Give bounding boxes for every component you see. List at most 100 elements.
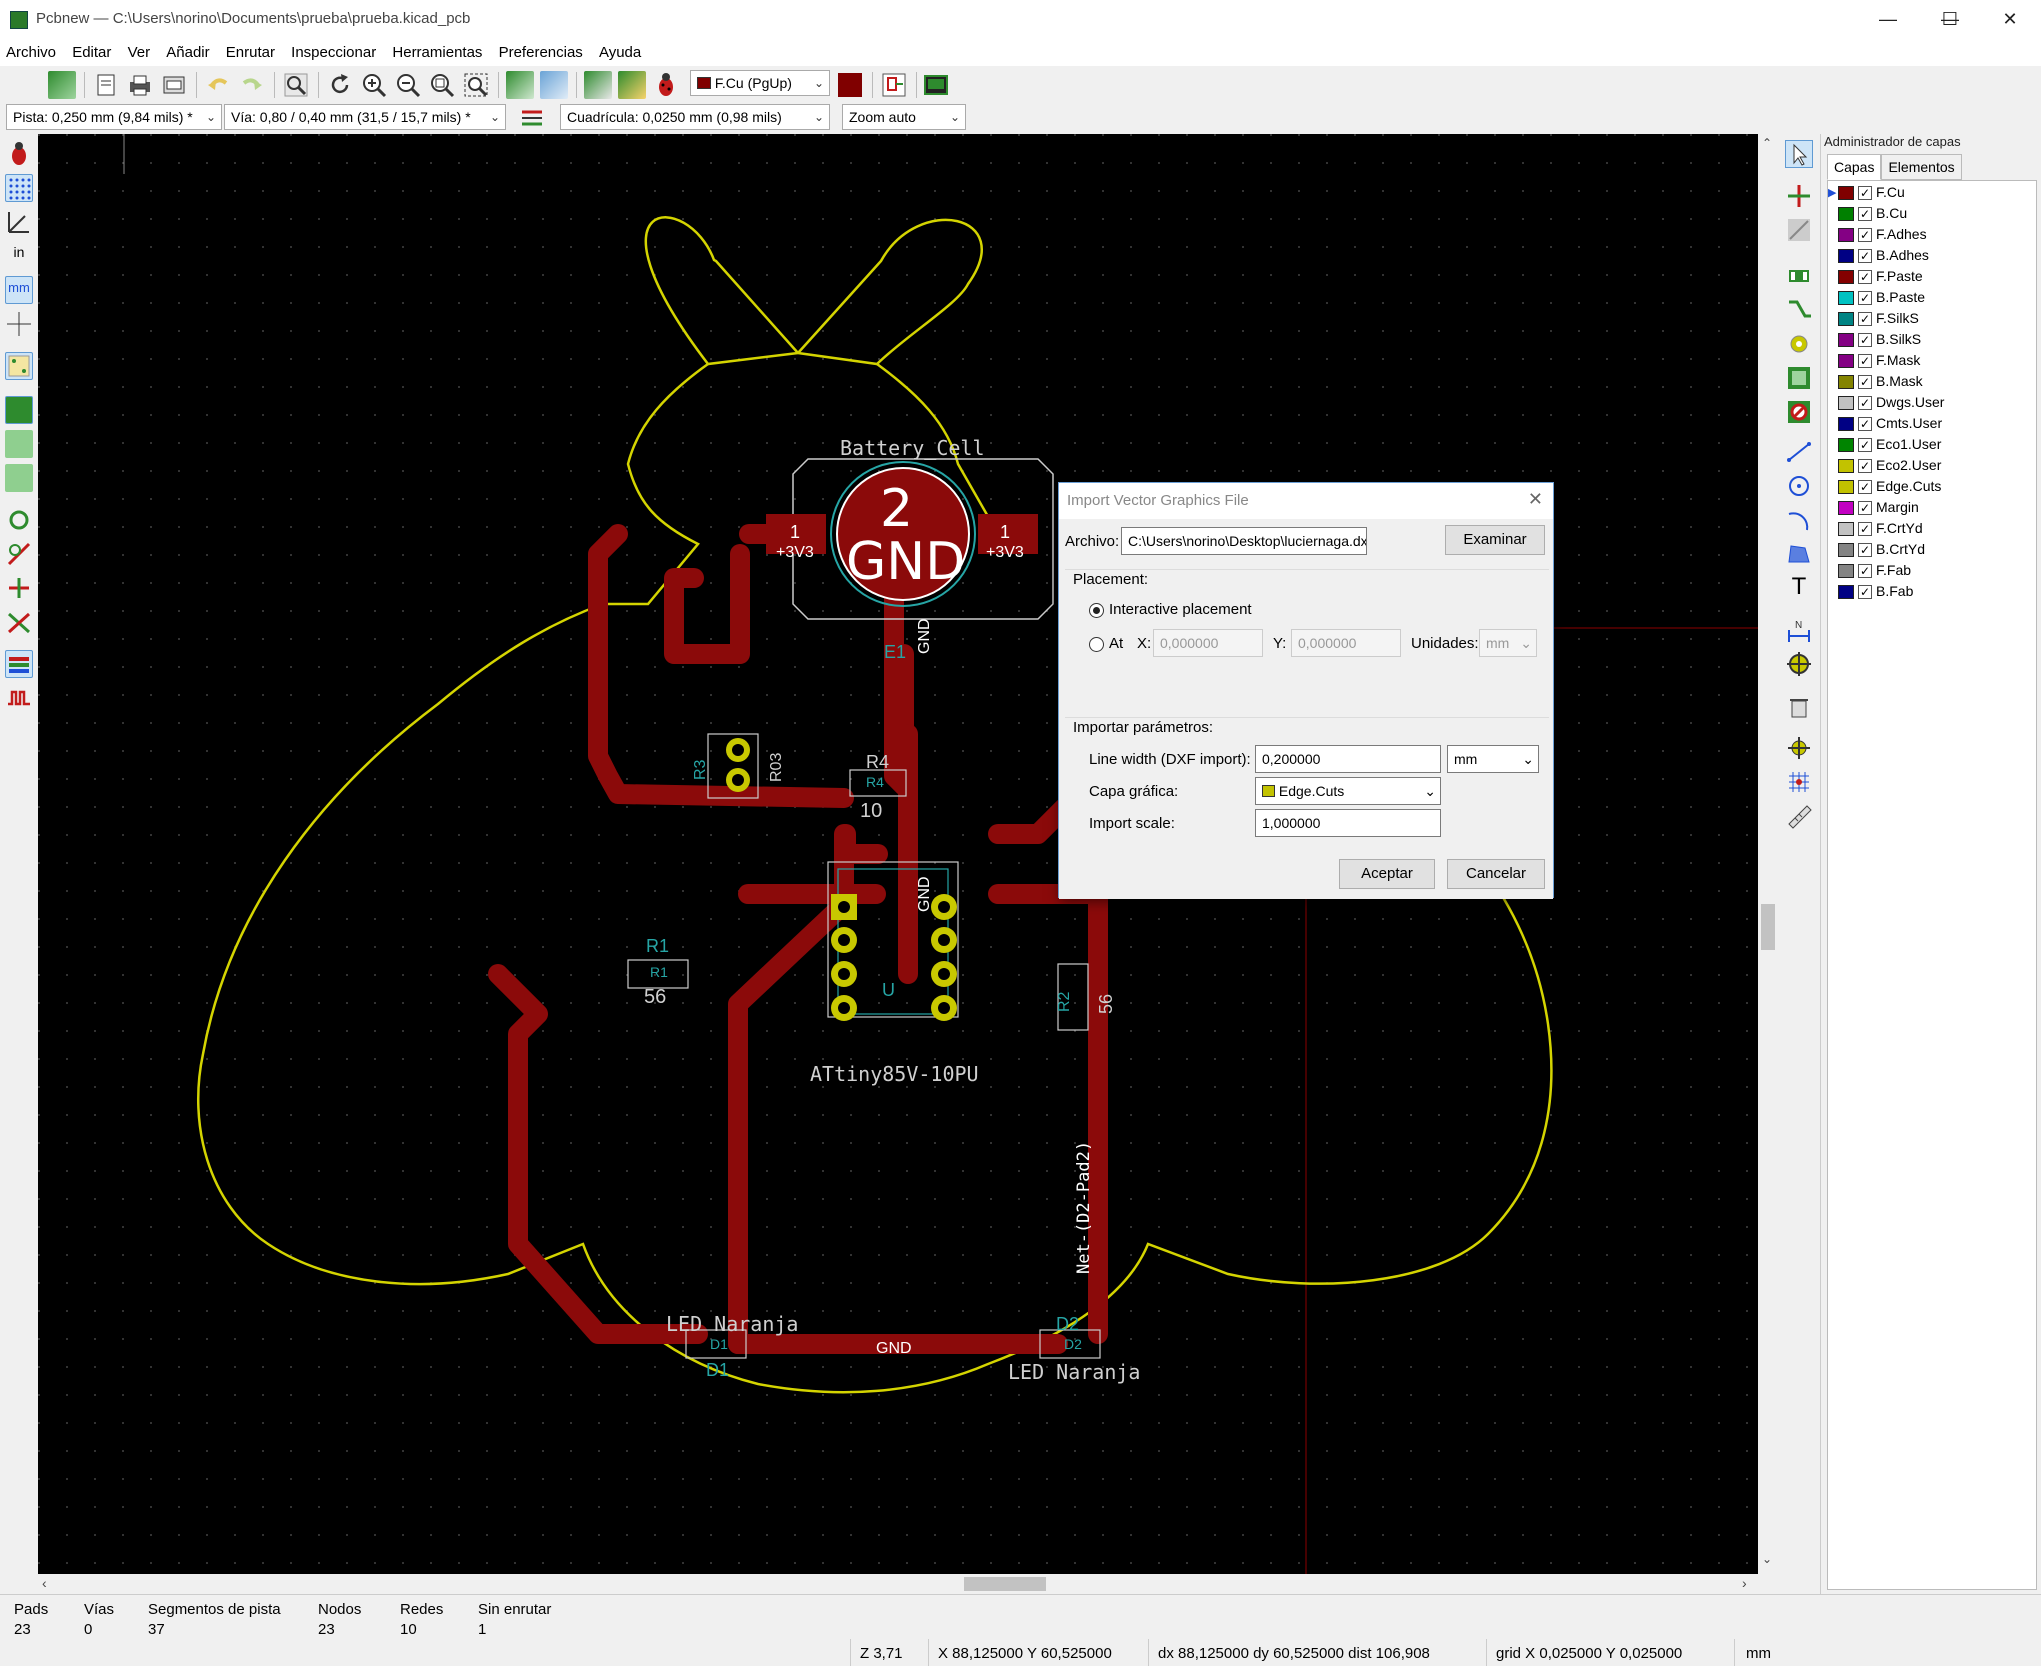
grid-select[interactable]: Cuadrícula: 0,0250 mm (0,98 mils) ⌄ [560,104,830,130]
layer-row[interactable]: ✓ Cmts.User [1828,414,2036,435]
track-width-select[interactable]: Pista: 0,250 mm (9,84 mils) * ⌄ [6,104,222,130]
layer-row[interactable]: ✓ Eco1.User [1828,435,2036,456]
layer-row[interactable]: ✓ Dwgs.User [1828,393,2036,414]
layer-visibility-checkbox[interactable]: ✓ [1858,438,1872,452]
schematic-icon[interactable] [880,71,908,99]
layer-color-swatch[interactable] [1838,459,1854,473]
layer-row[interactable]: ✓ B.Paste [1828,288,2036,309]
menu-enrutar[interactable]: Enrutar [220,42,281,64]
layer-row[interactable]: ▶ ✓ F.Cu [1828,183,2036,204]
layer-color-swatch[interactable] [1838,585,1854,599]
layer-color-swatch[interactable] [1838,438,1854,452]
layer-color-swatch[interactable] [1838,291,1854,305]
update-pcb-icon[interactable] [618,71,646,99]
layer-color-swatch[interactable] [1838,228,1854,242]
keepout-zone-icon[interactable] [1785,398,1813,426]
layer-row[interactable]: ✓ F.SilkS [1828,309,2036,330]
maximize-button[interactable]: ☐ [1919,0,1981,40]
high-contrast-icon[interactable] [5,608,33,636]
page-settings-icon[interactable] [92,71,120,99]
menu-preferencias[interactable]: Preferencias [493,42,589,64]
polar-coords-icon[interactable] [5,208,33,236]
layer-color-swatch[interactable] [1838,396,1854,410]
layer-row[interactable]: ✓ Edge.Cuts [1828,477,2036,498]
netlist-icon[interactable] [584,71,612,99]
undo-icon[interactable] [204,71,232,99]
auto-track-width-icon[interactable] [518,104,546,132]
scroll-up-icon[interactable]: ⌃ [1762,136,1772,150]
import-scale-input[interactable]: 1,000000 [1255,809,1441,837]
layer-color-swatch[interactable] [1838,207,1854,221]
layer-row[interactable]: ✓ F.CrtYd [1828,519,2036,540]
draw-circle-icon[interactable] [1785,472,1813,500]
ok-button[interactable]: Aceptar [1339,859,1435,889]
menu-archivo[interactable]: Archivo [0,42,62,64]
layer-visibility-checkbox[interactable]: ✓ [1858,501,1872,515]
layer-visibility-checkbox[interactable]: ✓ [1858,543,1872,557]
layer-pair-icon[interactable] [836,71,864,99]
footprint-browser-icon[interactable] [540,71,568,99]
layer-visibility-checkbox[interactable]: ✓ [1858,228,1872,242]
layer-row[interactable]: ✓ F.Adhes [1828,225,2036,246]
redo-icon[interactable] [238,71,266,99]
layer-visibility-checkbox[interactable]: ✓ [1858,333,1872,347]
via-sketch-icon[interactable] [5,540,33,568]
cancel-button[interactable]: Cancelar [1447,859,1545,889]
add-footprint-icon[interactable] [1785,262,1813,290]
zone-fill-icon[interactable] [5,396,33,424]
layer-color-swatch[interactable] [1838,480,1854,494]
scripting-console-icon[interactable] [922,71,950,99]
graphic-layer-select[interactable]: Edge.Cuts ⌄ [1255,777,1441,805]
zoom-area-icon[interactable] [462,71,490,99]
track-sketch-icon[interactable] [5,574,33,602]
show-ratsnest-icon[interactable] [5,352,33,380]
microwave-tools-icon[interactable] [5,684,33,712]
draw-arc-icon[interactable] [1785,506,1813,534]
print-icon[interactable] [126,71,154,99]
at-position-radio[interactable] [1089,637,1104,652]
layer-color-swatch[interactable] [1838,186,1854,200]
layer-row[interactable]: ✓ B.Mask [1828,372,2036,393]
local-ratsnest-icon[interactable] [1785,216,1813,244]
vertical-scrollbar[interactable]: ⌃ ⌄ [1758,134,1778,1574]
menu-anadir[interactable]: Añadir [160,42,215,64]
layer-color-swatch[interactable] [1838,522,1854,536]
tab-elementos[interactable]: Elementos [1881,154,1962,180]
zoom-select[interactable]: Zoom auto ⌄ [842,104,966,130]
zone-nofill-icon[interactable] [5,464,33,492]
layer-row[interactable]: ✓ F.Mask [1828,351,2036,372]
horizontal-scrollbar[interactable]: ‹ › [38,1574,1778,1594]
layer-color-swatch[interactable] [1838,249,1854,263]
menu-ver[interactable]: Ver [122,42,157,64]
units-select[interactable]: mm ⌄ [1479,629,1537,657]
layer-color-swatch[interactable] [1838,333,1854,347]
layer-color-swatch[interactable] [1838,543,1854,557]
draw-line-icon[interactable] [1785,438,1813,466]
browse-button[interactable]: Examinar [1445,525,1545,555]
line-width-unit-select[interactable]: mm ⌄ [1447,745,1539,773]
vertical-scroll-thumb[interactable] [1761,904,1775,950]
drc-bug-icon[interactable] [652,71,680,99]
close-window-button[interactable]: ✕ [1979,0,2041,40]
units-inch-button[interactable]: in [5,242,33,270]
layer-visibility-checkbox[interactable]: ✓ [1858,207,1872,221]
scroll-right-icon[interactable]: › [1742,1575,1747,1591]
layer-color-swatch[interactable] [1838,312,1854,326]
layer-visibility-checkbox[interactable]: ✓ [1858,375,1872,389]
menu-herramientas[interactable]: Herramientas [386,42,488,64]
layer-row[interactable]: ✓ F.Fab [1828,561,2036,582]
layer-visibility-checkbox[interactable]: ✓ [1858,459,1872,473]
layer-row[interactable]: ✓ B.CrtYd [1828,540,2036,561]
refresh-icon[interactable] [326,71,354,99]
scroll-down-icon[interactable]: ⌄ [1762,1552,1772,1566]
dialog-close-icon[interactable]: ✕ [1528,489,1543,510]
layer-row[interactable]: ✓ B.SilkS [1828,330,2036,351]
zoom-fit-icon[interactable] [428,71,456,99]
layer-visibility-checkbox[interactable]: ✓ [1858,480,1872,494]
layer-color-swatch[interactable] [1838,501,1854,515]
layer-visibility-checkbox[interactable]: ✓ [1858,354,1872,368]
footprint-editor-icon[interactable] [506,71,534,99]
layer-color-swatch[interactable] [1838,270,1854,284]
layer-visibility-checkbox[interactable]: ✓ [1858,417,1872,431]
layer-color-swatch[interactable] [1838,375,1854,389]
